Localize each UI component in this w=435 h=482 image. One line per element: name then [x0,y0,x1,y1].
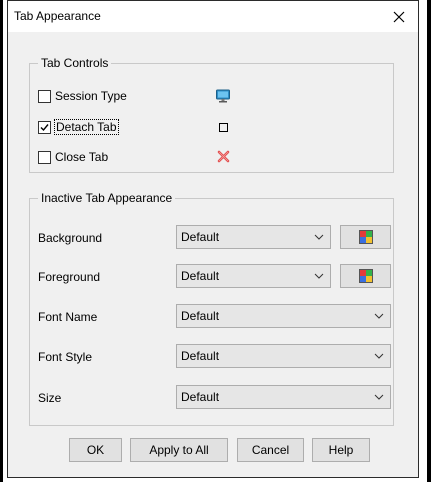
foreground-select[interactable]: Default [176,264,331,288]
foreground-label: Foreground [38,270,101,284]
chevron-down-icon [308,273,330,279]
close-tab-checkbox[interactable] [38,150,51,164]
close-icon [393,11,405,22]
detach-tab-label: Detach Tab [54,119,119,135]
help-button[interactable]: Help [312,438,370,462]
dialog-title: Tab Appearance [14,9,101,23]
color-palette-icon [358,230,373,244]
chevron-down-icon [308,234,330,240]
font-name-select-value: Default [181,309,220,323]
close-tab-checkbox-row[interactable]: Close Tab [38,150,108,164]
inactive-tab-appearance-legend: Inactive Tab Appearance [38,191,176,205]
size-label: Size [38,391,62,405]
font-style-select-value: Default [181,349,220,363]
restore-window-icon [218,121,230,136]
ok-button[interactable]: OK [69,438,122,462]
chevron-down-icon [368,394,390,400]
font-name-label: Font Name [38,310,98,324]
red-x-icon [217,150,230,166]
title-bar: Tab Appearance [8,1,418,32]
detach-tab-checkbox[interactable] [38,120,51,134]
tab-appearance-dialog: Tab Appearance Tab Controls Session Type [7,0,419,478]
background-select-value: Default [181,230,220,244]
detach-tab-checkbox-row[interactable]: Detach Tab [38,119,119,135]
foreground-select-value: Default [181,269,220,283]
background-label: Background [38,231,103,245]
monitor-icon [215,88,231,107]
session-type-label: Session Type [55,89,127,103]
chevron-down-icon [368,353,390,359]
background-select[interactable]: Default [176,225,331,249]
font-style-label: Font Style [38,350,93,364]
color-palette-icon [358,269,373,283]
foreground-color-button[interactable] [340,264,391,288]
size-select[interactable]: Default [176,385,391,409]
close-button[interactable] [380,1,418,32]
close-tab-label: Close Tab [55,150,109,164]
font-style-select[interactable]: Default [176,344,391,368]
inactive-tab-appearance-group: Inactive Tab Appearance Background Defau… [29,191,394,426]
size-select-value: Default [181,390,220,404]
cancel-button[interactable]: Cancel [237,438,304,462]
chevron-down-icon [368,313,390,319]
session-type-checkbox-row[interactable]: Session Type [38,89,127,103]
host-frame-right [427,0,431,482]
session-type-checkbox[interactable] [38,89,51,103]
tab-controls-group: Tab Controls Session Type Detach Tab Clo… [29,56,394,173]
apply-to-all-button[interactable]: Apply to All [130,438,228,462]
background-color-button[interactable] [340,225,391,249]
font-name-select[interactable]: Default [176,304,391,328]
checkmark-icon [40,123,49,131]
tab-controls-legend: Tab Controls [38,56,112,70]
